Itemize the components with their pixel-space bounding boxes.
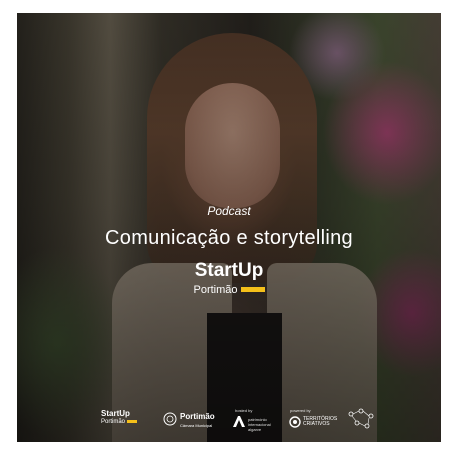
brand-sub: Portimão	[193, 284, 238, 296]
partner-municipio-name: Portimão	[180, 412, 215, 421]
host-sub-label: património internacional algarve	[248, 417, 271, 432]
partner-startup: StartUp Portimão	[101, 409, 138, 426]
network-logo-icon	[348, 408, 374, 429]
podcast-cover: Podcast Comunicação e storytelling Start…	[17, 13, 441, 442]
partner-municipio: Portimão Câmara Municipal	[180, 413, 215, 430]
municipal-seal-icon	[163, 412, 177, 426]
powered-by-label: powered by	[290, 408, 311, 413]
startup-brand: StartUp Portimão	[17, 261, 441, 299]
criativos-text: CRIATIVOS	[303, 421, 330, 427]
partner-startup-name: StartUp	[101, 409, 130, 418]
brand-name: StartUp	[194, 260, 264, 281]
partner-startup-sub: Portimão	[101, 419, 126, 425]
hosted-by-label: hosted by	[235, 408, 253, 413]
partner-municipio-sub: Câmara Municipal	[180, 423, 213, 428]
territorios-logo-icon	[289, 416, 301, 428]
partner-startup-bar	[127, 419, 138, 423]
episode-title: Comunicação e storytelling	[105, 227, 353, 249]
podcast-label: Podcast	[207, 204, 251, 218]
cover-overlay: Podcast Comunicação e storytelling Start…	[17, 13, 441, 442]
partner-logos: StartUp Portimão Portimão Câmara Municip…	[17, 405, 441, 435]
partner-territorios: TERRITÓRIOS CRIATIVOS	[303, 417, 337, 427]
brand-accent-bar	[240, 287, 265, 293]
host-logo-icon	[233, 416, 245, 427]
